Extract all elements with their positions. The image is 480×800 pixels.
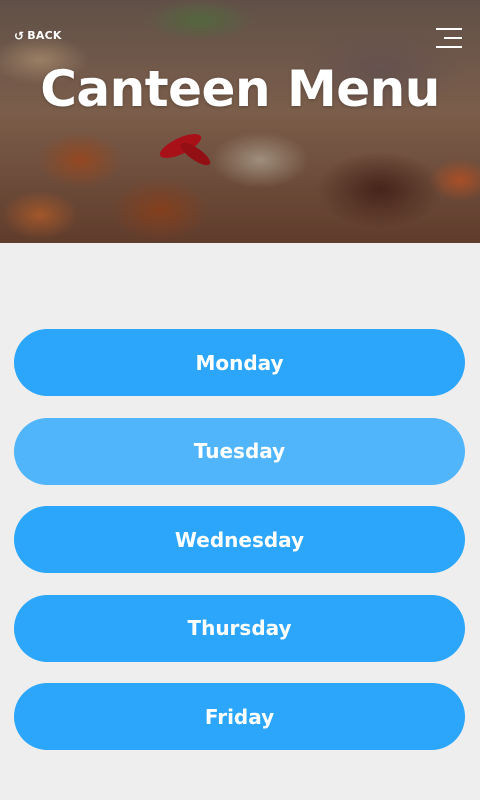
hamburger-menu-icon [444,37,462,39]
hamburger-menu-icon [436,46,462,48]
day-list: Monday Tuesday Wednesday Thursday Friday [14,329,465,772]
day-button-monday[interactable]: Monday [14,329,465,396]
day-button-thursday[interactable]: Thursday [14,594,465,662]
header-food-image: ↺ BACK Canteen Menu [0,0,480,243]
back-button[interactable]: ↺ BACK [14,29,62,42]
hamburger-menu-icon [436,28,462,30]
day-button-tuesday[interactable]: Tuesday [14,417,465,485]
hamburger-menu-button[interactable] [436,28,462,50]
day-button-friday[interactable]: Friday [14,683,465,750]
back-label: BACK [27,29,62,42]
image-overlay [0,0,480,243]
undo-arrow-icon: ↺ [14,28,25,43]
page-title: Canteen Menu [40,60,440,118]
day-button-wednesday[interactable]: Wednesday [14,506,465,573]
